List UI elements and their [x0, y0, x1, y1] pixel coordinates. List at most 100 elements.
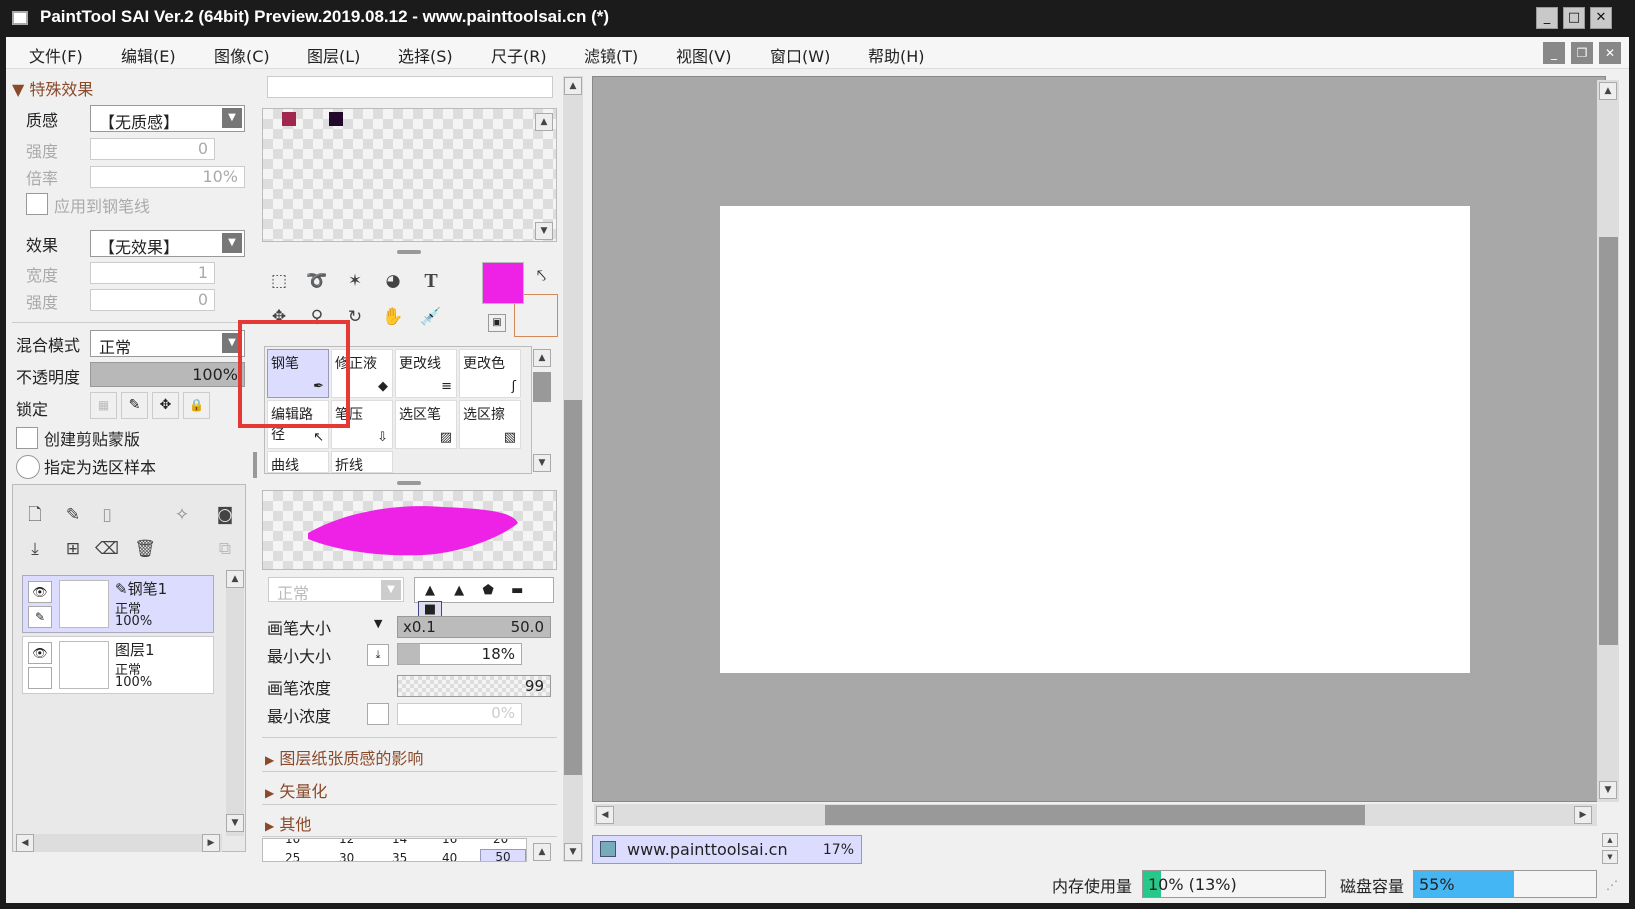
min-density-pressure-checkbox[interactable]	[367, 703, 389, 725]
preset-size[interactable]: 30	[339, 851, 354, 861]
scroll-up-icon[interactable]: ▲	[1599, 82, 1617, 100]
maximize-button[interactable]: □	[1563, 7, 1585, 29]
preset-size-selected[interactable]: 50	[480, 849, 526, 861]
close-button[interactable]: ✕	[1590, 7, 1612, 29]
canvas-document[interactable]	[720, 206, 1470, 673]
color-slider-strip[interactable]	[267, 76, 553, 98]
tool-scroll-thumb[interactable]	[533, 372, 551, 402]
scroll-up-icon[interactable]: ▲	[564, 77, 582, 95]
eye-icon[interactable]: 👁	[28, 642, 52, 664]
menu-select[interactable]: 选择(S)	[398, 43, 453, 67]
swap-colors-icon[interactable]: ⤣	[537, 266, 546, 286]
new-pen-layer-icon[interactable]: ✎	[58, 500, 88, 530]
layer-row-layer1[interactable]: 👁 图层1 正常 100%	[22, 636, 214, 694]
foreground-color[interactable]	[482, 262, 524, 304]
merge-icon[interactable]: ⊞	[58, 534, 88, 564]
clip-mask-checkbox[interactable]	[16, 427, 38, 449]
strength-field[interactable]: 0	[90, 138, 215, 160]
middle-scroll-thumb[interactable]	[564, 400, 582, 775]
menu-filter[interactable]: 滤镜(T)	[584, 43, 638, 67]
menu-ruler[interactable]: 尺子(R)	[491, 43, 547, 67]
brush-size-slider[interactable]: x0.1 50.0	[397, 616, 551, 638]
opacity-slider[interactable]: 100%	[90, 362, 245, 387]
preset-size[interactable]: 16	[442, 839, 457, 846]
size-multiplier-arrow-icon[interactable]: ▼	[374, 617, 382, 630]
swatch-1[interactable]	[282, 112, 296, 126]
text-tool-icon[interactable]: T	[416, 266, 446, 296]
panel-resize-handle[interactable]	[397, 481, 421, 485]
layer-effect-icon[interactable]: ✧	[167, 500, 197, 530]
scroll-up-icon[interactable]: ▲	[533, 349, 551, 367]
lock-transparency-icon[interactable]: ▦	[90, 392, 117, 419]
effect-select[interactable]: 【无效果】 ▼	[90, 230, 245, 257]
magic-wand-icon[interactable]: ✶	[340, 266, 370, 296]
layer-hscrollbar[interactable]	[16, 834, 222, 852]
strength2-field[interactable]: 0	[90, 289, 215, 311]
swatch-panel[interactable]	[262, 108, 557, 242]
scroll-up-icon[interactable]: ▲	[535, 113, 553, 131]
doc-minimize-button[interactable]: _	[1543, 42, 1565, 64]
hand-icon[interactable]: ✋	[378, 302, 408, 332]
preset-size[interactable]: 20	[493, 839, 508, 846]
swatch-2[interactable]	[329, 112, 343, 126]
eyedropper-icon[interactable]: 💉	[416, 302, 446, 332]
apply-pen-checkbox[interactable]	[26, 193, 48, 215]
scroll-down-icon[interactable]: ▼	[226, 814, 244, 832]
rect-select-icon[interactable]: ⬚	[264, 266, 294, 296]
preset-size[interactable]: 12	[339, 839, 354, 846]
layer-row-pen1[interactable]: 👁 ✎ ✎钢笔1 正常 100%	[22, 575, 214, 633]
lasso-icon[interactable]: ➰	[302, 266, 332, 296]
new-layer-icon[interactable]: 🗋	[20, 500, 50, 530]
shape-select-icon[interactable]: ◕	[378, 266, 408, 296]
canvas-hscroll-thumb[interactable]	[825, 805, 1365, 825]
brush-mode-select[interactable]: 正常 ▼	[268, 577, 404, 603]
doc-restore-button[interactable]: ❐	[1571, 42, 1593, 64]
section-other[interactable]: ▶ 其他	[265, 811, 311, 835]
lock-paint-icon[interactable]: ✎	[121, 392, 148, 419]
preset-size[interactable]: 35	[392, 851, 407, 861]
tool-select-eraser[interactable]: 选区擦 ▧	[459, 400, 521, 449]
scroll-down-icon[interactable]: ▼	[533, 454, 551, 472]
reset-colors-icon[interactable]: ▣	[488, 314, 506, 332]
lock-move-icon[interactable]: ✥	[152, 392, 179, 419]
menu-edit[interactable]: 编辑(E)	[121, 43, 176, 67]
selection-source-radio[interactable]	[16, 455, 40, 479]
tool-polyline[interactable]: 折线	[331, 451, 393, 474]
clear-layer-icon[interactable]: ⌫	[92, 534, 122, 564]
section-vectorize[interactable]: ▶ 矢量化	[265, 778, 327, 802]
tool-curve[interactable]: 曲线	[267, 451, 329, 474]
menu-layer[interactable]: 图层(L)	[307, 43, 360, 67]
tool-change-color[interactable]: 更改色 ʃ	[459, 349, 521, 398]
preset-size[interactable]: 10	[285, 839, 300, 846]
lock-all-icon[interactable]: 🔒	[183, 392, 210, 419]
scroll-down-icon[interactable]: ▼	[564, 843, 582, 861]
doc-close-button[interactable]: ✕	[1599, 42, 1621, 64]
scroll-down-icon[interactable]: ▼	[1599, 781, 1617, 799]
special-effects-toggle[interactable]: ▼ 特殊效果	[12, 76, 93, 100]
menu-view[interactable]: 视图(V)	[676, 43, 731, 67]
tool-edit-line[interactable]: 更改线 ≡	[395, 349, 457, 398]
preset-size[interactable]: 40	[442, 851, 457, 861]
scroll-left-icon[interactable]: ◀	[16, 834, 34, 852]
canvas-vscroll-thumb[interactable]	[1599, 237, 1618, 645]
left-splitter-handle[interactable]	[253, 452, 257, 478]
scroll-down-icon[interactable]: ▼	[535, 222, 553, 240]
min-density-field[interactable]: 0%	[397, 703, 522, 725]
brush-shape-sharp-icon[interactable]: ▲	[418, 583, 442, 598]
layer-link-box[interactable]	[28, 667, 52, 689]
merge-down-icon[interactable]: ⤓	[20, 534, 50, 564]
layer-options-icon[interactable]: ⧉	[210, 534, 240, 564]
scroll-right-icon[interactable]: ▶	[202, 834, 220, 852]
minimize-button[interactable]: _	[1536, 7, 1558, 29]
menu-image[interactable]: 图像(C)	[214, 43, 270, 67]
layer-scrollbar[interactable]	[226, 570, 244, 836]
menu-window[interactable]: 窗口(W)	[770, 43, 830, 67]
texture-select[interactable]: 【无质感】 ▼	[90, 105, 245, 132]
menu-help[interactable]: 帮助(H)	[868, 43, 925, 67]
scroll-left-icon[interactable]: ◀	[596, 806, 614, 824]
blend-mode-select[interactable]: 正常 ▼	[90, 330, 245, 357]
resize-grip-icon[interactable]: ⋰	[1606, 878, 1622, 894]
mask-icon[interactable]: ◙	[210, 500, 240, 530]
tab-scroll-up-icon[interactable]: ▲	[1602, 833, 1618, 847]
scroll-right-icon[interactable]: ▶	[1574, 806, 1592, 824]
